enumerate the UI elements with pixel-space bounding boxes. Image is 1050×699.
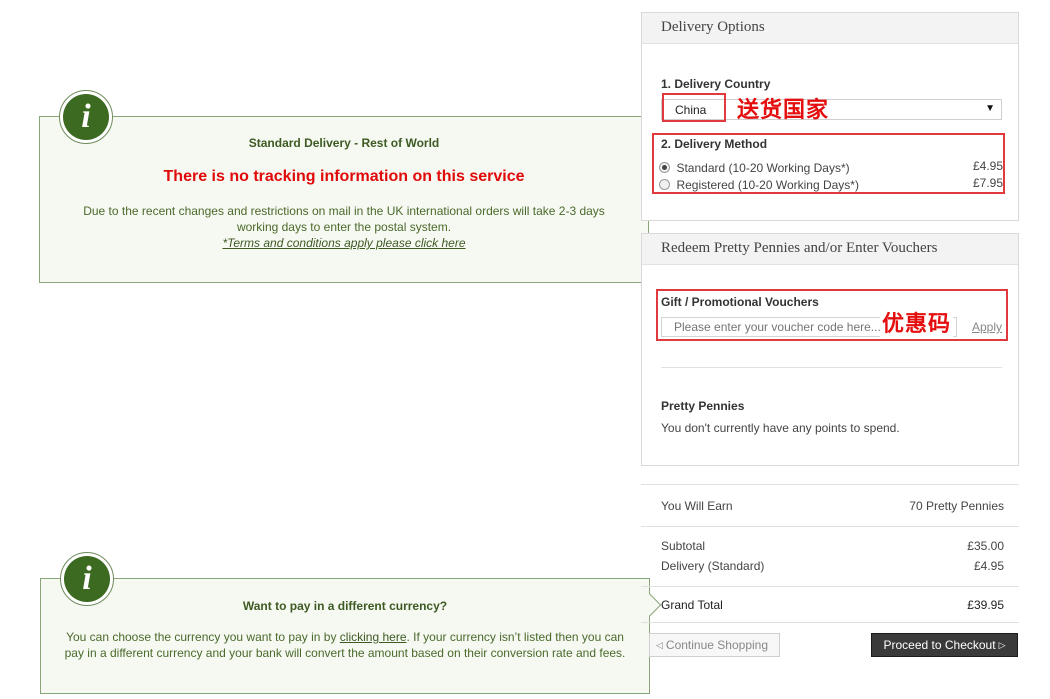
delivery-options-heading: Delivery Options	[642, 13, 1018, 44]
earn-label: You Will Earn	[661, 499, 733, 513]
currency-tip-body: You can choose the currency you want to …	[64, 630, 626, 660]
voucher-highlight	[656, 289, 1008, 341]
delivery-cost-value: £4.95	[973, 559, 1004, 573]
proceed-to-checkout-button[interactable]: Proceed to Checkout ▷	[871, 633, 1018, 657]
divider	[641, 586, 1019, 587]
vouchers-heading: Redeem Pretty Pennies and/or Enter Vouch…	[642, 234, 1018, 265]
method-highlight	[652, 133, 1005, 194]
divider	[641, 526, 1019, 527]
currency-info-tooltip: Want to pay in a different currency? You…	[40, 578, 662, 694]
country-highlight	[662, 93, 726, 122]
info-icon: i	[59, 90, 113, 144]
grand-total-value: £39.95	[967, 598, 1004, 612]
shipping-info-tooltip: Standard Delivery - Rest of World There …	[39, 116, 661, 283]
divider	[641, 622, 1019, 623]
voucher-annotation: 优惠码	[880, 306, 954, 338]
grand-total-label: Grand Total	[661, 598, 723, 612]
currency-tip-title: Want to pay in a different currency?	[242, 599, 448, 613]
delivery-country-label: 1. Delivery Country	[661, 77, 771, 91]
country-annotation: 送货国家	[737, 98, 830, 123]
chevron-left-icon: ◁	[656, 639, 663, 650]
delivery-cost-label: Delivery (Standard)	[661, 559, 765, 573]
subtotal-value: £35.00	[967, 539, 1004, 553]
shipping-tip-warning: There is no tracking information on this…	[163, 168, 525, 185]
currency-link[interactable]: clicking here	[340, 630, 407, 644]
chevron-down-icon: ▼	[985, 103, 995, 114]
divider	[641, 484, 1019, 485]
chevron-right-icon: ▷	[998, 639, 1006, 650]
pretty-pennies-text: You don't currently have any points to s…	[661, 421, 900, 435]
continue-shopping-button[interactable]: ◁ Continue Shopping	[649, 633, 780, 657]
terms-link[interactable]: *Terms and conditions apply please click…	[222, 236, 465, 250]
divider	[661, 367, 1002, 368]
shipping-tip-title: Standard Delivery - Rest of World	[248, 136, 440, 150]
shipping-tip-body: Due to the recent changes and restrictio…	[83, 204, 605, 234]
vouchers-panel: Redeem Pretty Pennies and/or Enter Vouch…	[641, 233, 1019, 466]
earn-value: 70 Pretty Pennies	[909, 499, 1004, 513]
subtotal-label: Subtotal	[661, 539, 706, 553]
pretty-pennies-title: Pretty Pennies	[661, 399, 745, 413]
info-icon: i	[60, 552, 114, 606]
